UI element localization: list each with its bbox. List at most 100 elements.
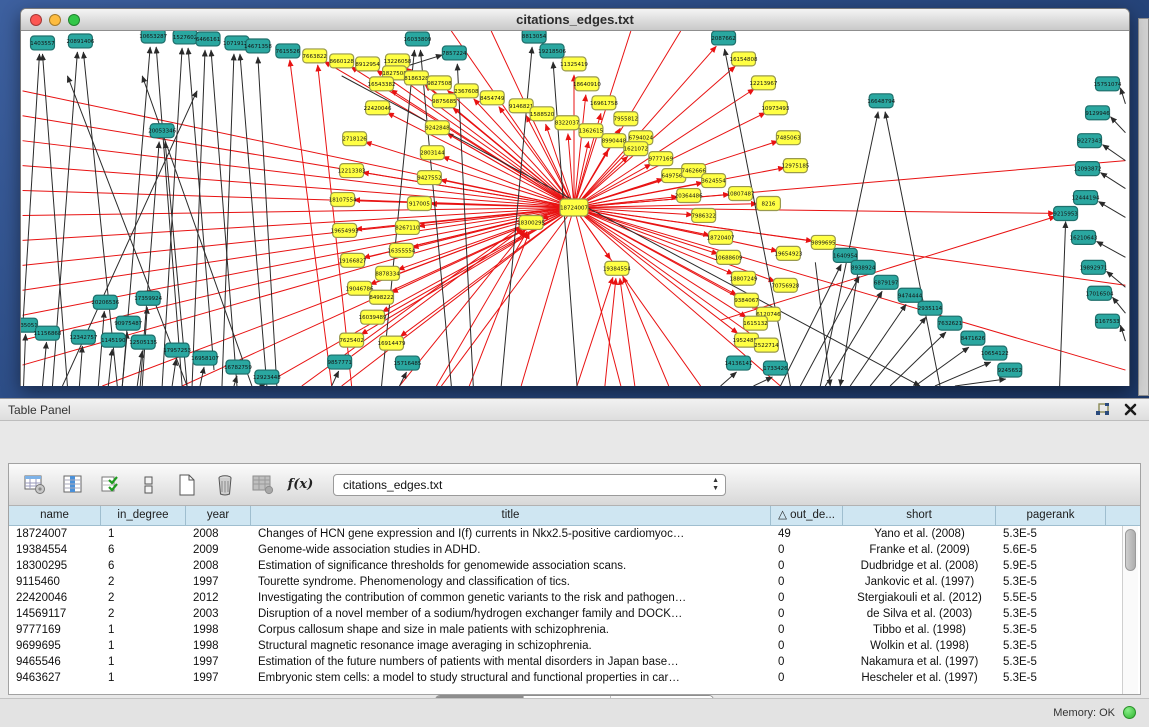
- graph-node[interactable]: 9384067: [734, 293, 759, 307]
- function-builder-icon[interactable]: f(x): [287, 472, 314, 498]
- graph-node[interactable]: 8267110: [395, 220, 420, 234]
- graph-node[interactable]: 19384554: [603, 261, 631, 275]
- graph-node[interactable]: 18640910: [573, 77, 601, 91]
- graph-node[interactable]: 16210643: [1070, 230, 1098, 244]
- graph-node[interactable]: 8216: [756, 197, 780, 211]
- graph-node[interactable]: 18300295: [517, 215, 545, 229]
- graph-node[interactable]: 8912954: [355, 57, 380, 71]
- graph-node[interactable]: 8813054: [522, 31, 547, 43]
- import-table-icon[interactable]: [249, 472, 276, 498]
- graph-node[interactable]: 16039489: [359, 310, 387, 324]
- graph-node[interactable]: 12975185: [781, 159, 809, 173]
- graph-node[interactable]: 9899695: [811, 235, 835, 249]
- select-all-icon[interactable]: [97, 472, 124, 498]
- show-columns-icon[interactable]: [59, 472, 86, 498]
- graph-node[interactable]: 9857771: [327, 355, 351, 369]
- graph-node[interactable]: 2935114: [918, 301, 943, 315]
- table-row[interactable]: 911546021997Tourette syndrome. Phenomeno…: [9, 574, 1140, 590]
- graph-node[interactable]: 9427552: [417, 171, 441, 185]
- graph-node[interactable]: 20206536: [91, 295, 119, 309]
- graph-node[interactable]: 7986322: [691, 209, 715, 223]
- graph-node[interactable]: 19166827: [339, 253, 367, 267]
- table-row[interactable]: 969969511998Structural magnetic resonanc…: [9, 638, 1140, 654]
- graph-node[interactable]: 10654122: [981, 346, 1009, 360]
- graph-node[interactable]: 1733426: [763, 361, 788, 375]
- table-row[interactable]: 2242004622012Investigating the contribut…: [9, 590, 1140, 606]
- graph-node[interactable]: 1167533: [1095, 314, 1120, 328]
- graph-node[interactable]: 22420046: [364, 101, 392, 115]
- column-header-short[interactable]: short: [843, 506, 996, 525]
- graph-node[interactable]: 1362615: [579, 124, 603, 138]
- graph-node[interactable]: 8471626: [961, 331, 986, 345]
- graph-node[interactable]: 6466161: [196, 32, 220, 46]
- column-header-title[interactable]: title: [251, 506, 771, 525]
- table-row[interactable]: 946554611997Estimation of the future num…: [9, 654, 1140, 670]
- graph-node[interactable]: 8990448: [602, 134, 627, 148]
- table-row[interactable]: 977716911998Corpus callosum shape and si…: [9, 622, 1140, 638]
- graph-node[interactable]: 9777169: [649, 152, 674, 166]
- graph-node[interactable]: 6879197: [874, 275, 899, 289]
- graph-node[interactable]: 9242848: [425, 121, 450, 135]
- graph-node[interactable]: 18720407: [707, 230, 735, 244]
- graph-node[interactable]: 17957253: [163, 343, 191, 357]
- graph-node[interactable]: 90975487: [114, 316, 142, 330]
- graph-node[interactable]: 11325419: [560, 57, 588, 71]
- table-row[interactable]: 1938455462009Genome-wide association stu…: [9, 542, 1140, 558]
- graph-node[interactable]: 16154808: [730, 52, 758, 66]
- graph-node[interactable]: 8660128: [329, 54, 354, 68]
- graph-node[interactable]: 10973493: [762, 101, 790, 115]
- table-mode-icon[interactable]: [21, 472, 48, 498]
- graph-node[interactable]: 10653287: [139, 31, 167, 43]
- graph-node[interactable]: 2367608: [454, 84, 479, 98]
- graph-node[interactable]: 2087662: [711, 31, 735, 45]
- graph-node[interactable]: 12923448: [253, 370, 281, 384]
- row-height-icon[interactable]: [135, 472, 162, 498]
- new-column-icon[interactable]: [173, 472, 200, 498]
- graph-node[interactable]: 20364486: [675, 189, 703, 203]
- graph-node[interactable]: 18807249: [730, 271, 758, 285]
- graph-node[interactable]: 9245652: [998, 363, 1022, 377]
- graph-node[interactable]: 1145190: [101, 333, 126, 347]
- delete-column-icon[interactable]: [211, 472, 238, 498]
- graph-node[interactable]: 8322037: [555, 116, 580, 130]
- graph-node[interactable]: 16782759: [224, 360, 252, 374]
- graph-node[interactable]: 2803144: [420, 146, 445, 160]
- graph-node[interactable]: 1615132: [743, 316, 767, 330]
- network-window-titlebar[interactable]: citations_edges.txt: [21, 9, 1129, 31]
- graph-node[interactable]: 3624554: [701, 174, 726, 188]
- graph-node[interactable]: 9215953: [1053, 207, 1078, 221]
- graph-node[interactable]: 7857224: [442, 46, 467, 60]
- graph-node[interactable]: 12213967: [750, 76, 778, 90]
- graph-node[interactable]: 12093872: [1074, 162, 1102, 176]
- graph-node[interactable]: 16958107: [191, 351, 219, 365]
- graph-node[interactable]: 7485063: [776, 131, 801, 145]
- table-row[interactable]: 946362711997Embryonic stem cells: a mode…: [9, 670, 1140, 686]
- graph-node[interactable]: 18107554: [329, 193, 357, 207]
- graph-node[interactable]: 917005: [407, 197, 431, 211]
- graph-node[interactable]: 16033809: [404, 32, 432, 46]
- graph-node[interactable]: 1621072: [624, 142, 648, 156]
- graph-node[interactable]: 11156868: [34, 326, 62, 340]
- graph-node[interactable]: 12505135: [129, 335, 157, 349]
- graph-node[interactable]: 2522714: [754, 338, 779, 352]
- float-panel-icon[interactable]: [1095, 403, 1110, 417]
- graph-node[interactable]: 16355554: [388, 243, 416, 257]
- network-canvas[interactable]: 1403557208914061065328715276026466161107…: [21, 31, 1129, 386]
- graph-node[interactable]: 8938924: [851, 260, 876, 274]
- graph-node[interactable]: 12444194: [1072, 191, 1100, 205]
- graph-node[interactable]: 16648794: [867, 94, 895, 108]
- graph-node[interactable]: 19654923: [774, 246, 802, 260]
- graph-node[interactable]: 1588520: [530, 107, 555, 121]
- column-header-name[interactable]: name: [9, 506, 101, 525]
- graph-node[interactable]: 1403557: [30, 36, 55, 50]
- graph-node[interactable]: 8454749: [480, 91, 505, 105]
- graph-node[interactable]: 8186328: [404, 71, 429, 85]
- graph-node[interactable]: 12213383: [338, 164, 366, 178]
- graph-node[interactable]: 1527602: [173, 31, 197, 44]
- column-header-out_de[interactable]: △ out_de...: [771, 506, 843, 525]
- graph-node[interactable]: 10807487: [727, 187, 755, 201]
- graph-node[interactable]: 20891406: [66, 34, 94, 48]
- graph-node[interactable]: 20053346: [148, 124, 176, 138]
- graph-node[interactable]: 8498222: [369, 290, 393, 304]
- graph-node[interactable]: 9474444: [898, 288, 923, 302]
